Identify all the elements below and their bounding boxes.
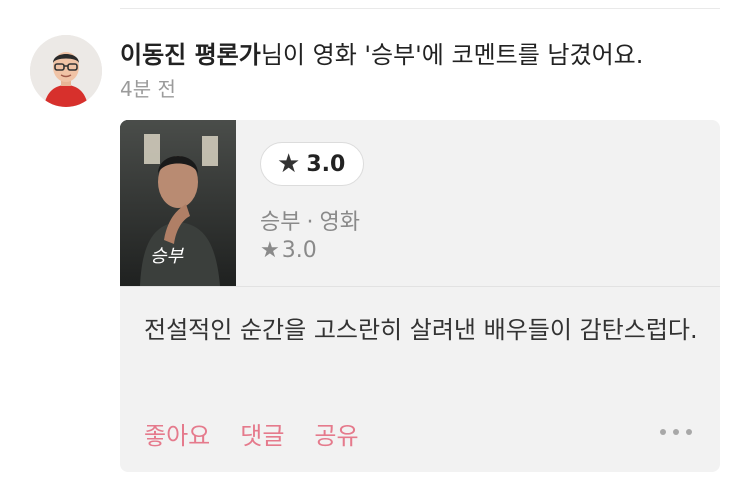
poster-image: 승부 — [120, 120, 236, 286]
comment-button[interactable]: 댓글 — [240, 416, 284, 451]
activity-text: 님이 영화 '승부'에 코멘트를 남겼어요. — [260, 41, 644, 69]
avatar-image — [30, 35, 102, 107]
more-horizontal-icon[interactable] — [660, 420, 692, 444]
movie-meta: 승부 · 영화 — [260, 204, 360, 236]
movie-title[interactable]: 승부 — [260, 210, 300, 235]
average-rating: ★ 3.0 — [260, 238, 317, 263]
comment-card[interactable]: 승부 ★ 3.0 승부 · 영화 ★ 3.0 전설적인 순간을 고스란히 살려낸 배… — [120, 120, 720, 472]
poster-title-text: 승부 — [150, 246, 185, 267]
my-rating-badge[interactable]: ★ 3.0 — [260, 142, 365, 186]
avatar[interactable] — [30, 35, 102, 107]
timestamp: 4분 전 — [120, 77, 176, 101]
meta-separator: · — [306, 210, 314, 235]
share-button[interactable]: 공유 — [314, 416, 358, 451]
comment-text[interactable]: 전설적인 순간을 고스란히 살려낸 배우들이 감탄스럽다. — [144, 312, 704, 349]
star-icon: ★ — [260, 238, 280, 263]
action-bar: 좋아요 댓글 공유 — [144, 416, 359, 451]
star-icon: ★ — [277, 149, 301, 179]
movie-poster[interactable]: 승부 — [120, 120, 236, 286]
movie-category: 영화 — [319, 210, 360, 235]
card-divider — [120, 286, 720, 287]
like-button[interactable]: 좋아요 — [144, 416, 210, 451]
user-name-link[interactable]: 이동진 평론가 — [120, 41, 261, 69]
activity-message: 이동진 평론가님이 영화 '승부'에 코멘트를 남겼어요. — [120, 40, 643, 70]
my-rating-value: 3.0 — [306, 151, 346, 177]
average-rating-value: 3.0 — [281, 238, 317, 263]
top-divider — [120, 8, 720, 9]
